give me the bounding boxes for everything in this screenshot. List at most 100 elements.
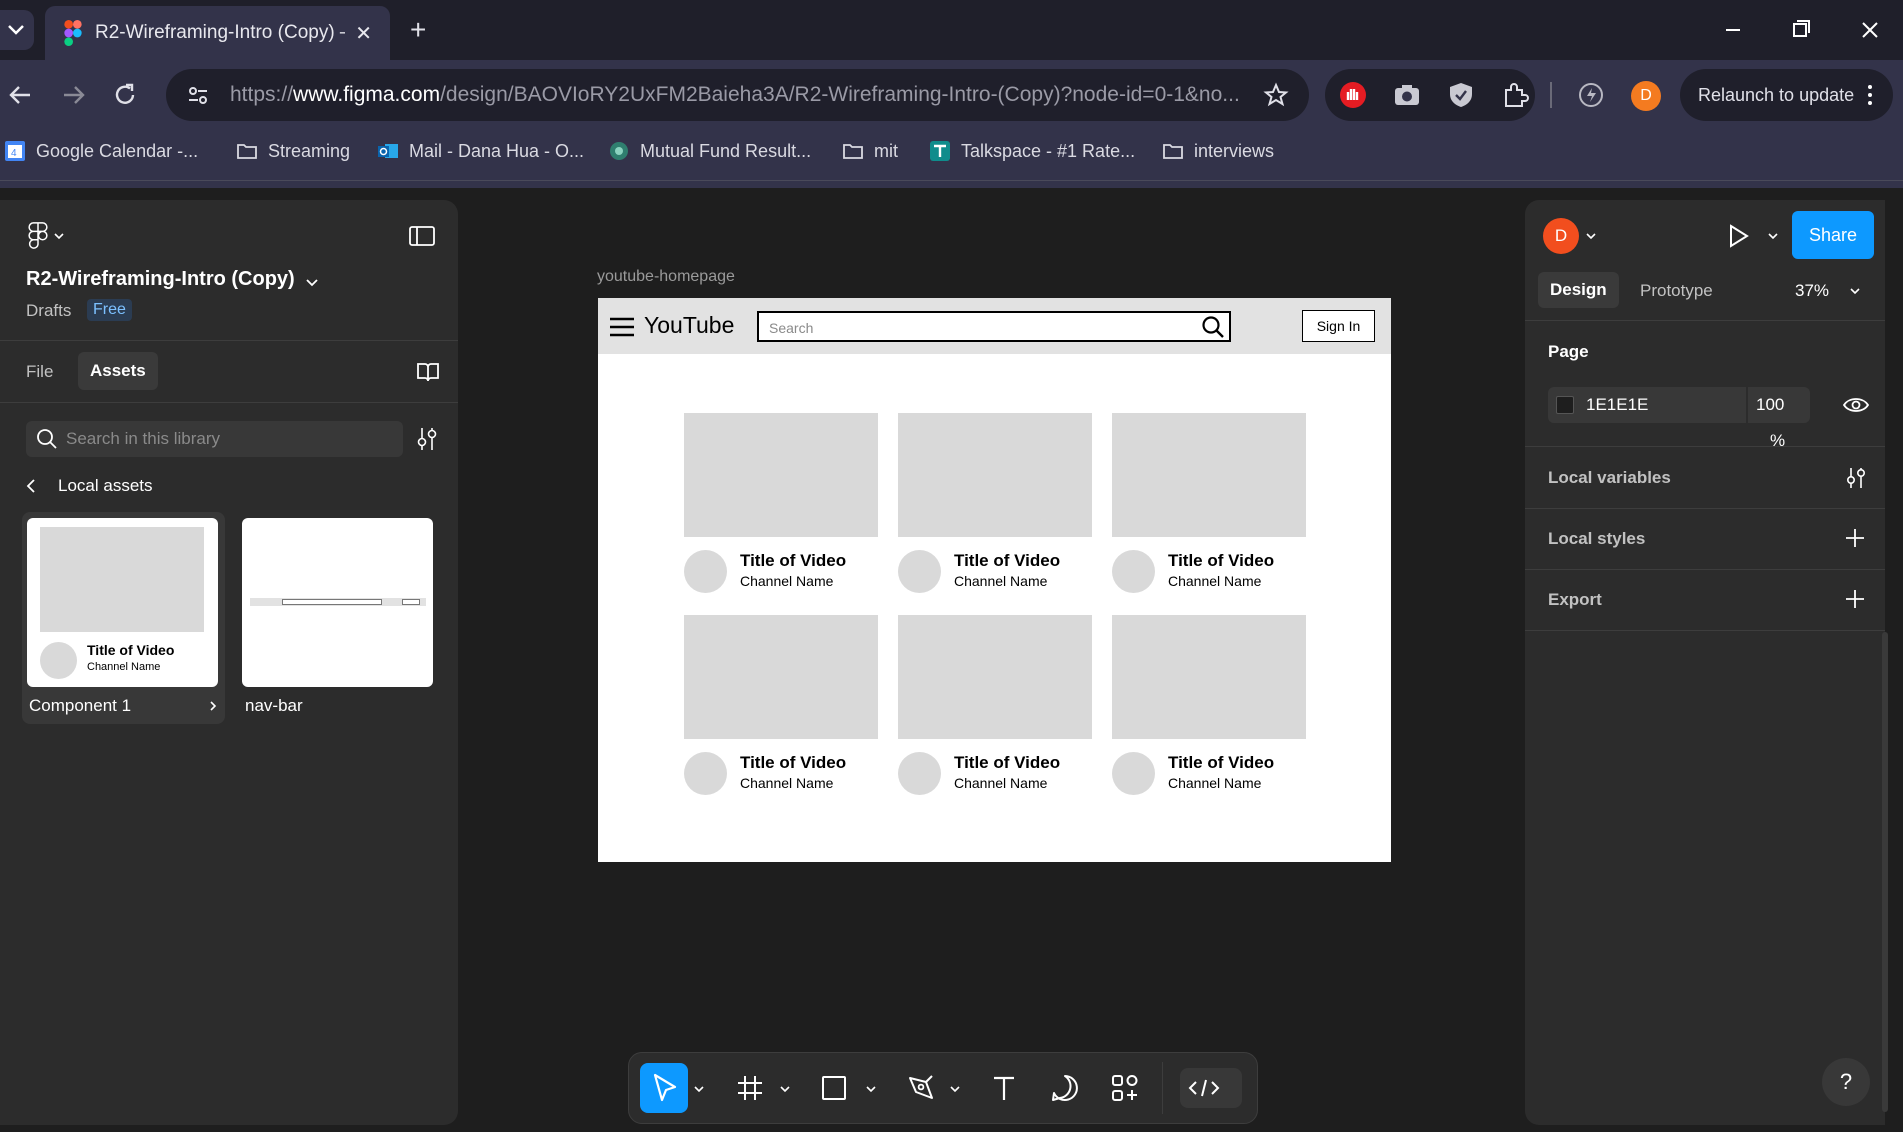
asset-nav-preview-search xyxy=(282,599,382,605)
minimize-window-icon[interactable] xyxy=(1718,18,1748,42)
chevron-down-icon[interactable] xyxy=(692,1082,706,1096)
restore-window-icon[interactable] xyxy=(1786,18,1816,42)
local-assets-heading: Local assets xyxy=(58,476,153,495)
asset-component-1[interactable]: Title of Video Channel Name xyxy=(27,518,218,687)
variables-sliders-icon[interactable] xyxy=(1844,465,1868,491)
address-bar[interactable]: https://www.figma.com/design/BAOVIoRY2Ux… xyxy=(166,69,1309,121)
chevron-down-icon[interactable] xyxy=(778,1082,792,1096)
yt-nav-bar[interactable]: YouTube Search Sign In xyxy=(598,298,1391,354)
svg-text:4: 4 xyxy=(11,148,17,159)
page-color-hex: 1E1E1E xyxy=(1586,395,1649,414)
move-tool-button[interactable] xyxy=(640,1063,688,1113)
chevron-down-icon xyxy=(8,25,24,35)
bookmark-interviews[interactable]: interviews xyxy=(1162,137,1274,165)
video-thumbnail xyxy=(898,413,1092,537)
pen-tool-icon[interactable] xyxy=(906,1072,936,1102)
present-play-icon[interactable] xyxy=(1725,222,1751,250)
video-card[interactable]: Title of Video Channel Name xyxy=(1112,413,1306,593)
page-opacity-field[interactable]: 100 % xyxy=(1748,387,1810,450)
extensions-puzzle-icon[interactable] xyxy=(1500,80,1530,110)
reload-icon[interactable] xyxy=(110,80,140,110)
shield-extension-icon[interactable] xyxy=(1446,80,1476,110)
zoom-level[interactable]: 37% xyxy=(1795,281,1829,301)
browser-tab[interactable]: R2-Wireframing-Intro (Copy) – F ✕ xyxy=(45,6,390,60)
comment-tool-icon[interactable] xyxy=(1050,1073,1080,1103)
chevron-down-icon[interactable] xyxy=(304,276,320,290)
tab-design[interactable]: Design xyxy=(1538,272,1619,308)
adblock-extension-icon[interactable] xyxy=(1338,80,1368,110)
channel-name: Channel Name xyxy=(1168,573,1262,589)
yt-logo-text: YouTube xyxy=(644,312,735,338)
local-styles-heading[interactable]: Local styles xyxy=(1548,529,1645,549)
folder-icon xyxy=(237,144,257,159)
video-thumbnail xyxy=(1112,413,1306,537)
close-window-icon[interactable] xyxy=(1855,16,1885,44)
video-card[interactable]: Title of Video Channel Name xyxy=(898,615,1092,795)
video-card[interactable]: Title of Video Channel Name xyxy=(898,413,1092,593)
site-settings-icon[interactable] xyxy=(186,83,210,107)
user-avatar[interactable]: D xyxy=(1543,218,1579,254)
tab-file[interactable]: File xyxy=(26,362,53,382)
panel-scrollbar[interactable] xyxy=(1882,632,1888,1112)
page-color-field[interactable]: 1E1E1E xyxy=(1548,387,1746,423)
actions-tool-icon[interactable] xyxy=(1110,1073,1140,1103)
help-button[interactable]: ? xyxy=(1822,1058,1870,1106)
eye-visibility-icon[interactable] xyxy=(1842,393,1870,417)
video-card[interactable]: Title of Video Channel Name xyxy=(684,413,878,593)
panel-divider xyxy=(1525,630,1885,631)
asset-label: Component 1 xyxy=(29,696,132,715)
youtube-homepage-frame[interactable]: YouTube Search Sign In Title of Video Ch… xyxy=(598,298,1391,862)
bookmark-talkspace[interactable]: Talkspace - #1 Rate... xyxy=(929,137,1135,165)
search-placeholder: Search in this library xyxy=(66,429,221,448)
frame-label[interactable]: youtube-homepage xyxy=(597,268,735,286)
frame-tool-icon[interactable] xyxy=(736,1074,764,1102)
library-book-icon[interactable] xyxy=(415,360,441,384)
bookmark-streaming[interactable]: Streaming xyxy=(236,137,350,165)
back-icon[interactable] xyxy=(6,82,36,108)
hamburger-menu-icon xyxy=(610,317,634,337)
chevron-down-icon[interactable] xyxy=(948,1082,962,1096)
performance-icon[interactable] xyxy=(1576,80,1606,110)
chevron-down-icon[interactable] xyxy=(1848,284,1862,298)
add-export-plus-icon[interactable] xyxy=(1844,588,1866,610)
export-heading[interactable]: Export xyxy=(1548,590,1602,610)
camera-extension-icon[interactable] xyxy=(1392,82,1422,108)
chevron-down-icon[interactable] xyxy=(1584,229,1598,243)
dev-mode-toggle[interactable] xyxy=(1180,1068,1242,1108)
toggle-sidebar-icon[interactable] xyxy=(408,224,436,248)
tab-search-button[interactable] xyxy=(0,10,34,50)
filter-sliders-icon[interactable] xyxy=(414,425,440,453)
file-title[interactable]: R2-Wireframing-Intro (Copy) xyxy=(26,268,295,291)
share-button[interactable]: Share xyxy=(1792,211,1874,259)
tab-prototype[interactable]: Prototype xyxy=(1640,281,1713,301)
profile-avatar[interactable]: D xyxy=(1631,81,1661,111)
rectangle-tool-icon[interactable] xyxy=(820,1074,848,1102)
bookmark-mutual-fund[interactable]: Mutual Fund Result... xyxy=(608,137,811,165)
relaunch-button[interactable]: Relaunch to update xyxy=(1680,69,1893,121)
drafts-link[interactable]: Drafts xyxy=(26,301,71,321)
text-tool-icon[interactable] xyxy=(990,1074,1018,1102)
chevron-down-icon[interactable] xyxy=(1766,229,1780,243)
kebab-menu-icon[interactable] xyxy=(1865,83,1875,107)
tab-close-icon[interactable]: ✕ xyxy=(355,21,372,46)
video-title: Title of Video xyxy=(954,551,1061,570)
bookmark-mit[interactable]: mit xyxy=(842,137,898,165)
tab-assets[interactable]: Assets xyxy=(78,352,158,390)
chevron-right-icon[interactable] xyxy=(206,698,220,714)
bookmark-google-calendar[interactable]: 4 Google Calendar -... xyxy=(4,137,198,165)
new-tab-button[interactable]: + xyxy=(410,14,426,46)
chevron-down-icon[interactable] xyxy=(864,1082,878,1096)
video-card[interactable]: Title of Video Channel Name xyxy=(684,615,878,795)
bookmark-mail[interactable]: Mail - Dana Hua - O... xyxy=(377,137,584,165)
chevron-left-icon[interactable] xyxy=(22,476,40,496)
bookmark-star-icon[interactable] xyxy=(1263,82,1289,108)
outlook-icon xyxy=(378,144,398,158)
asset-nav-bar[interactable] xyxy=(242,518,433,687)
forward-icon[interactable] xyxy=(58,82,88,108)
library-search-input[interactable]: Search in this library xyxy=(26,421,403,457)
local-variables-heading[interactable]: Local variables xyxy=(1548,468,1671,488)
add-style-plus-icon[interactable] xyxy=(1844,527,1866,549)
video-card[interactable]: Title of Video Channel Name xyxy=(1112,615,1306,795)
main-menu-button[interactable] xyxy=(28,222,66,250)
color-swatch[interactable] xyxy=(1556,396,1574,414)
